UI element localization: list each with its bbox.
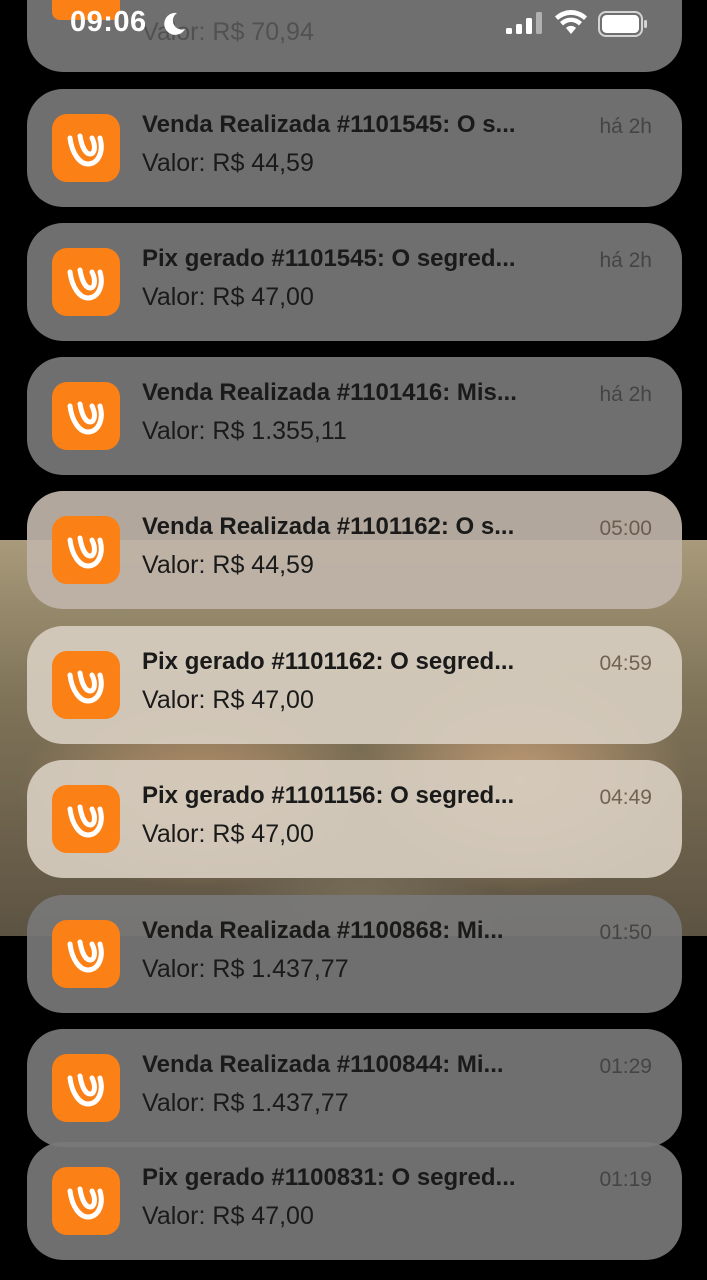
notification-time: 01:19 (599, 1168, 652, 1191)
notification-title: Pix gerado #1100831: O segred... (142, 1164, 516, 1191)
app-logo-icon (52, 248, 120, 316)
battery-icon (598, 11, 647, 37)
notification-body: Valor: R$ 47,00 (142, 1202, 314, 1230)
notification-title: Pix gerado #1101545: O segred... (142, 245, 516, 272)
status-time: 09:06 (70, 6, 147, 38)
app-logo-icon (52, 651, 120, 719)
notification-time: 01:50 (599, 921, 652, 944)
notification-title: Pix gerado #1101162: O segred... (142, 648, 515, 675)
notification-body: Valor: R$ 47,00 (142, 820, 314, 848)
notification-card[interactable]: Venda Realizada #1101162: O s... Valor: … (27, 491, 682, 609)
cellular-signal-icon (506, 12, 542, 34)
notification-card[interactable]: Venda Realizada #1101416: Mis... Valor: … (27, 357, 682, 475)
notification-body: Valor: R$ 47,00 (142, 686, 314, 714)
notification-body: Valor: R$ 44,59 (142, 551, 314, 579)
moon-icon (164, 12, 185, 35)
notification-time: 04:49 (599, 786, 652, 809)
app-logo-icon (52, 1167, 120, 1235)
notification-card[interactable]: Venda Realizada #1100844: Mi... Valor: R… (27, 1029, 682, 1147)
notification-card[interactable]: Pix gerado #1101162: O segred... Valor: … (27, 626, 682, 744)
notification-card[interactable]: Venda Realizada #1101545: O s... Valor: … (27, 89, 682, 207)
notification-time: há 2h (599, 249, 652, 272)
app-logo-icon (52, 1054, 120, 1122)
notification-time: 04:59 (599, 652, 652, 675)
notification-title: Venda Realizada #1101545: O s... (142, 111, 516, 138)
notification-title: Venda Realizada #1101162: O s... (142, 513, 515, 540)
notification-title: Pix gerado #1101156: O segred... (142, 782, 515, 809)
notification-title: Venda Realizada #1100844: Mi... (142, 1051, 504, 1078)
notification-title: Venda Realizada #1101416: Mis... (142, 379, 517, 406)
app-logo-icon (52, 114, 120, 182)
notification-time: 01:29 (599, 1055, 652, 1078)
notification-body: Valor: R$ 44,59 (142, 149, 314, 177)
notification-time: há 2h (599, 383, 652, 406)
notification-body: Valor: R$ 1.437,77 (142, 1089, 349, 1117)
notification-title: Venda Realizada #1100868: Mi... (142, 917, 504, 944)
notification-time: 05:00 (599, 517, 652, 540)
notification-card[interactable]: Pix gerado #1100831: O segred... Valor: … (27, 1142, 682, 1260)
notification-body: Valor: R$ 1.437,77 (142, 955, 349, 983)
status-bar: 09:06 (0, 0, 707, 50)
app-logo-icon (52, 382, 120, 450)
app-logo-icon (52, 516, 120, 584)
wifi-icon (555, 10, 587, 34)
notification-card[interactable]: Venda Realizada #1100868: Mi... Valor: R… (27, 895, 682, 1013)
notification-body: Valor: R$ 47,00 (142, 283, 314, 311)
notification-time: há 2h (599, 115, 652, 138)
app-logo-icon (52, 920, 120, 988)
notification-card[interactable]: Pix gerado #1101545: O segred... Valor: … (27, 223, 682, 341)
app-logo-icon (52, 785, 120, 853)
notification-card[interactable]: Pix gerado #1101156: O segred... Valor: … (27, 760, 682, 878)
notification-body: Valor: R$ 1.355,11 (142, 417, 347, 445)
